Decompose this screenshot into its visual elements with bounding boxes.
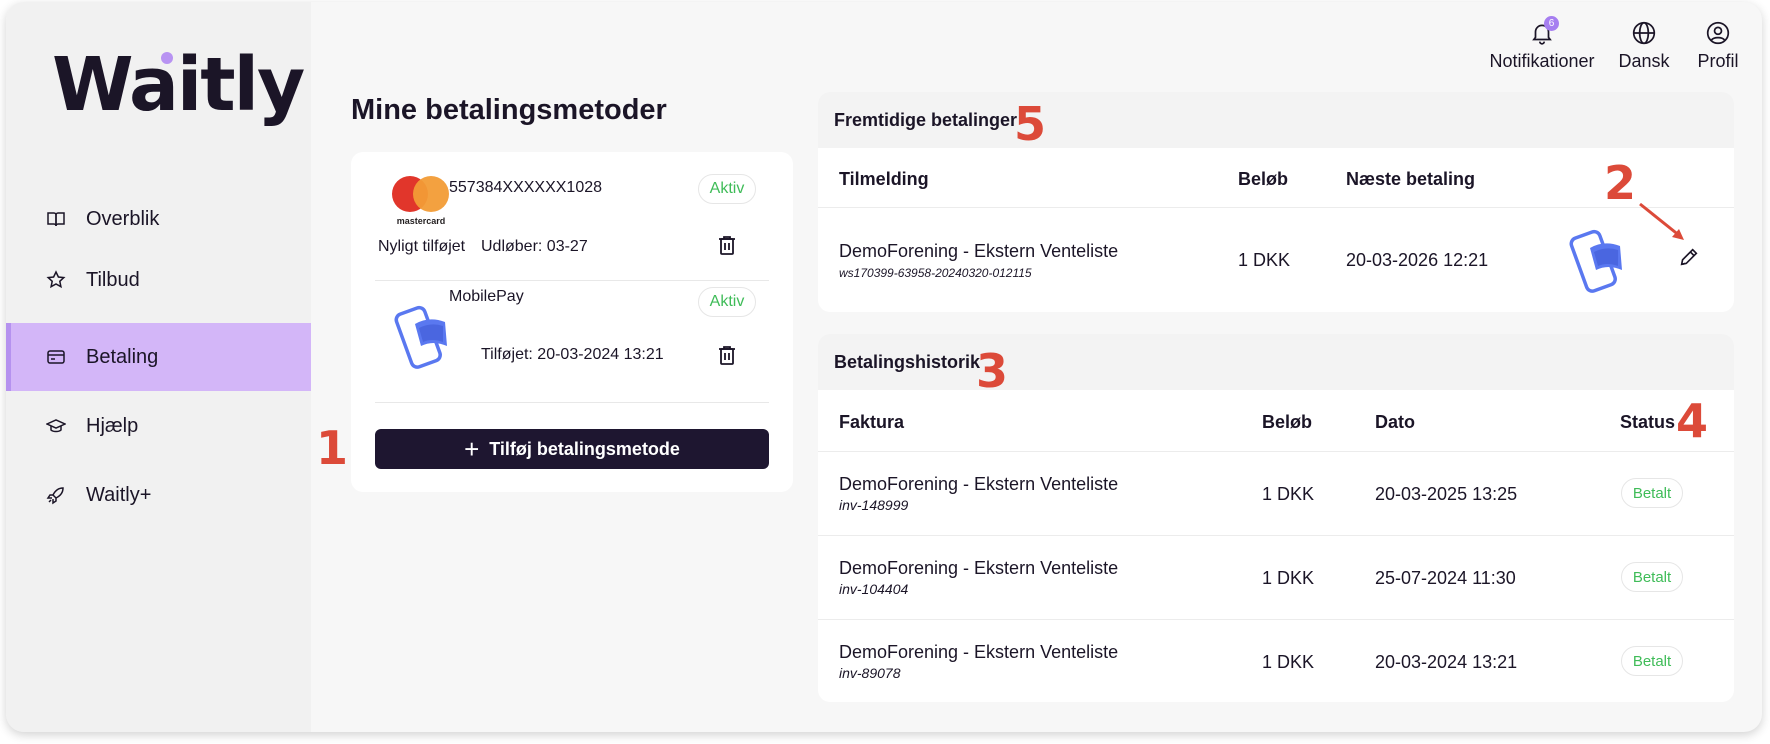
add-payment-method-label: Tilføj betalingsmetode	[489, 438, 680, 459]
invoice-ref: inv-104404	[839, 581, 909, 597]
invoice-name: DemoForening - Ekstern Venteliste	[839, 558, 1119, 578]
column-header: Faktura	[839, 412, 905, 432]
divider	[818, 535, 1734, 536]
plus-icon: +	[464, 434, 480, 464]
language-label: Dansk	[1618, 51, 1670, 71]
column-header: Status	[1620, 412, 1676, 432]
logo: Waitly	[52, 42, 305, 128]
invoice-date: 25-07-2024 11:30	[1375, 568, 1516, 588]
column-header: Beløb	[1238, 169, 1289, 189]
invoice-ref: inv-148999	[839, 497, 909, 513]
sidebar-item-label: Tilbud	[86, 268, 140, 291]
svg-text:mastercard: mastercard	[397, 216, 446, 226]
invoice-date: 20-03-2025 13:25	[1375, 484, 1518, 504]
page-title: Mine betalingsmetoder	[351, 94, 667, 126]
invoice-ref: inv-89078	[839, 665, 901, 681]
column-header: Tilmelding	[839, 169, 929, 189]
future-payments-panel: Fremtidige betalinger Tilmelding Beløb N…	[818, 92, 1734, 312]
amount: 1 DKK	[1262, 568, 1315, 588]
enrollment-name: DemoForening - Ekstern Venteliste	[839, 241, 1119, 261]
card-note: Nyligt tilføjet	[378, 238, 466, 255]
language-button[interactable]: Dansk	[1609, 18, 1679, 72]
edit-payment-button[interactable]	[1678, 246, 1702, 270]
mobilepay-added: Tilføjet: 20-03-2024 13:21	[481, 346, 664, 363]
payment-history-panel: Betalingshistorik Faktura Beløb Dato Sta…	[818, 334, 1734, 702]
amount: 1 DKK	[1238, 250, 1291, 270]
app-window: Waitly Overblik Tilbud Betaling Hjælp Wa…	[6, 2, 1762, 732]
invoice-name: DemoForening - Ekstern Venteliste	[839, 642, 1119, 662]
annotation-5: 5	[1014, 97, 1047, 151]
trash-icon	[719, 346, 735, 365]
notifications-button[interactable]: 6 Notifikationer	[1469, 16, 1615, 72]
status-badge: Betalt	[1621, 562, 1683, 592]
payment-methods-card: mastercard 557384XXXXXX1028 Nyligt tilfø…	[351, 152, 793, 492]
annotation-2: 2	[1604, 156, 1637, 210]
sidebar: Waitly Overblik Tilbud Betaling Hjælp Wa…	[6, 2, 311, 732]
sidebar-item-tilbud[interactable]: Tilbud	[6, 246, 311, 314]
annotation-1: 1	[316, 421, 349, 475]
profile-label: Profil	[1697, 51, 1739, 71]
card-number: 557384XXXXXX1028	[449, 179, 603, 196]
status-badge: Betalt	[1621, 646, 1683, 676]
amount: 1 DKK	[1262, 652, 1315, 672]
divider	[375, 402, 769, 403]
delete-card-button[interactable]	[715, 233, 739, 257]
card-expiry: Udløber: 03-27	[481, 238, 588, 255]
sidebar-item-waitly-plus[interactable]: Waitly+	[6, 461, 311, 529]
status-badge: Aktiv	[698, 287, 756, 317]
enrollment-ref: ws170399-63958-20240320-012115	[839, 266, 1032, 280]
sidebar-item-label: Hjælp	[86, 414, 139, 437]
notifications-label: Notifikationer	[1489, 51, 1595, 71]
globe-icon	[1632, 21, 1656, 45]
sidebar-item-betaling[interactable]: Betaling	[6, 323, 311, 391]
mobilepay-logo	[389, 302, 455, 370]
invoice-name: DemoForening - Ekstern Venteliste	[839, 474, 1119, 494]
status-badge: Aktiv	[698, 174, 756, 204]
divider	[818, 451, 1734, 452]
status-badge: Betalt	[1621, 478, 1683, 508]
pencil-icon	[1680, 248, 1698, 266]
user-circle-icon	[1706, 21, 1730, 45]
next-payment-date: 20-03-2026 12:21	[1346, 250, 1489, 270]
column-header: Beløb	[1262, 412, 1313, 432]
invoice-date: 20-03-2024 13:21	[1375, 652, 1518, 672]
logo-dot	[161, 52, 173, 64]
sidebar-item-hjaelp[interactable]: Hjælp	[6, 392, 311, 460]
column-header: Dato	[1375, 412, 1415, 432]
divider	[818, 619, 1734, 620]
annotation-arrow	[1639, 202, 1684, 240]
mastercard-logo: mastercard	[388, 174, 456, 226]
sidebar-item-overblik[interactable]: Overblik	[6, 185, 311, 253]
graduation-cap-icon	[44, 414, 68, 438]
column-header: Næste betaling	[1346, 169, 1476, 189]
notification-count-badge: 6	[1544, 16, 1559, 31]
add-payment-method-button[interactable]: + Tilføj betalingsmetode	[375, 429, 769, 469]
divider	[818, 207, 1734, 208]
profile-button[interactable]: Profil	[1688, 18, 1748, 72]
credit-card-icon	[44, 345, 68, 369]
mobilepay-name: MobilePay	[449, 288, 524, 305]
sidebar-item-label: Waitly+	[86, 483, 152, 506]
payment-history-title: Betalingshistorik	[818, 334, 1734, 390]
annotation-4: 4	[1676, 394, 1709, 448]
book-icon	[44, 207, 68, 231]
annotation-3: 3	[976, 344, 1009, 398]
amount: 1 DKK	[1262, 484, 1315, 504]
sidebar-item-label: Betaling	[86, 345, 159, 368]
rocket-icon	[44, 483, 68, 507]
trash-icon	[719, 236, 735, 255]
future-payments-title: Fremtidige betalinger	[818, 92, 1734, 148]
divider	[375, 280, 769, 281]
delete-mobilepay-button[interactable]	[715, 343, 739, 367]
star-icon	[44, 268, 68, 292]
mobilepay-logo	[1564, 226, 1630, 294]
sidebar-item-label: Overblik	[86, 207, 160, 230]
